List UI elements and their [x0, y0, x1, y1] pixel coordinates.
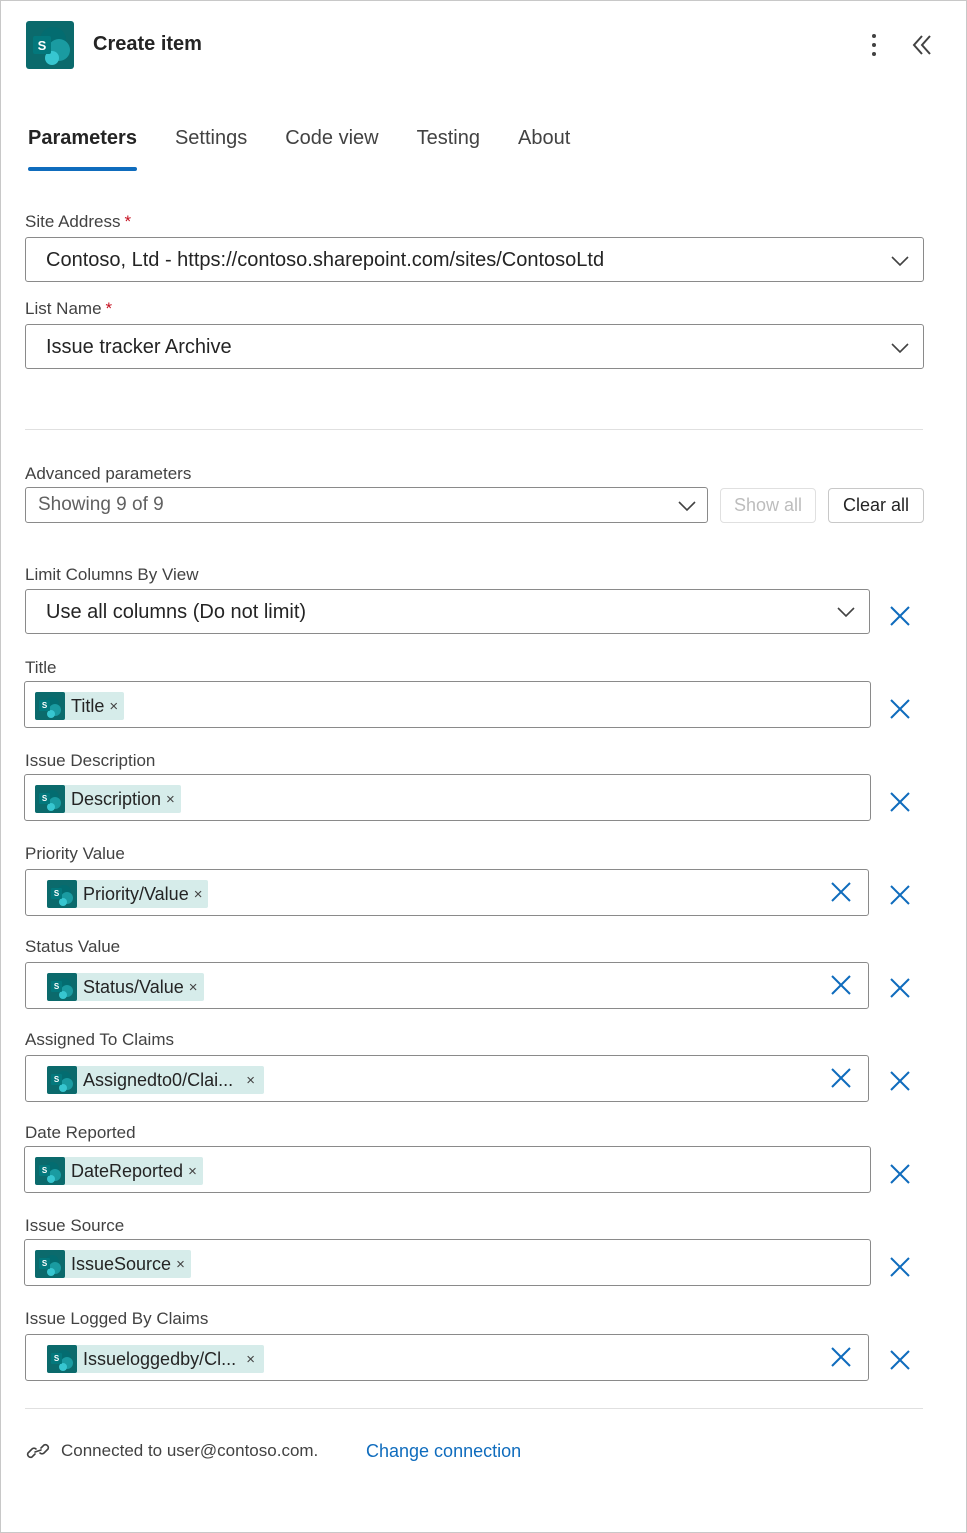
tab-about[interactable]: About — [518, 127, 570, 173]
limit-columns-value: Use all columns (Do not limit) — [46, 601, 307, 623]
chevron-down-icon — [891, 256, 909, 267]
site-address-dropdown[interactable]: Contoso, Ltd - https://contoso.sharepoin… — [25, 237, 924, 282]
token-remove-icon[interactable]: × — [109, 698, 118, 715]
sharepoint-logo-icon: S — [35, 785, 65, 813]
token-remove-icon[interactable]: × — [176, 1256, 185, 1273]
site-address-value: Contoso, Ltd - https://contoso.sharepoin… — [46, 249, 605, 271]
remove-issue-source-button[interactable] — [888, 1255, 912, 1279]
dynamic-content-token[interactable]: S DateReported × — [35, 1157, 203, 1185]
divider — [25, 429, 923, 430]
clear-field-icon[interactable] — [829, 880, 853, 904]
sharepoint-logo-icon: S — [47, 973, 77, 1001]
clear-field-icon[interactable] — [829, 1066, 853, 1090]
dynamic-content-token[interactable]: S Description × — [35, 785, 181, 813]
issue-source-input[interactable]: S IssueSource × — [24, 1239, 871, 1286]
dynamic-content-token[interactable]: S Issueloggedby/Cl... × — [47, 1345, 264, 1373]
token-remove-icon[interactable]: × — [194, 886, 203, 903]
clear-field-icon[interactable] — [829, 1345, 853, 1369]
tab-settings[interactable]: Settings — [175, 127, 247, 173]
issue-description-label: Issue Description — [25, 751, 156, 770]
remove-title-button[interactable] — [888, 697, 912, 721]
link-icon — [26, 1443, 50, 1459]
dynamic-content-token[interactable]: S Priority/Value × — [47, 880, 209, 908]
issue-logged-by-claims-input[interactable]: S Issueloggedby/Cl... × — [25, 1334, 869, 1381]
site-address-label: Site Address * — [25, 212, 132, 231]
remove-assigned-to-claims-button[interactable] — [888, 1069, 912, 1093]
create-item-panel: S Create item Parameters Settings Code v… — [0, 0, 967, 1533]
sharepoint-logo-icon: S — [35, 1157, 65, 1185]
remove-issue-description-button[interactable] — [888, 790, 912, 814]
token-remove-icon[interactable]: × — [246, 1351, 255, 1368]
remove-status-value-button[interactable] — [888, 976, 912, 1000]
sharepoint-logo-icon: S — [35, 692, 65, 720]
priority-value-label: Priority Value — [25, 844, 125, 863]
dynamic-content-token[interactable]: S Status/Value × — [47, 973, 204, 1001]
title-input[interactable]: S Title × — [24, 681, 871, 728]
token-remove-icon[interactable]: × — [189, 979, 198, 996]
chevron-down-icon — [678, 501, 696, 512]
token-remove-icon[interactable]: × — [166, 791, 175, 808]
dynamic-content-token[interactable]: S Title × — [35, 692, 125, 720]
more-vertical-icon — [872, 34, 876, 38]
date-reported-label: Date Reported — [25, 1123, 136, 1142]
title-label: Title — [25, 658, 57, 677]
sharepoint-logo-icon: S — [35, 1250, 65, 1278]
status-value-input[interactable]: S Status/Value × — [25, 962, 869, 1009]
sharepoint-logo-icon: S — [47, 1066, 77, 1094]
tab-parameters[interactable]: Parameters — [28, 127, 137, 173]
list-name-label: List Name * — [25, 299, 113, 318]
clear-all-button[interactable]: Clear all — [828, 488, 924, 523]
show-all-button[interactable]: Show all — [720, 488, 816, 523]
change-connection-link[interactable]: Change connection — [366, 1441, 521, 1462]
list-name-value: Issue tracker Archive — [46, 336, 232, 358]
more-options-button[interactable] — [863, 31, 885, 59]
assigned-to-claims-label: Assigned To Claims — [25, 1030, 174, 1049]
chevron-down-icon — [837, 607, 855, 618]
panel-title: Create item — [93, 33, 202, 55]
date-reported-input[interactable]: S DateReported × — [24, 1146, 871, 1193]
tab-bar: Parameters Settings Code view Testing Ab… — [28, 127, 608, 173]
dynamic-content-token[interactable]: S IssueSource × — [35, 1250, 191, 1278]
clear-field-icon[interactable] — [829, 973, 853, 997]
advanced-parameters-value: Showing 9 of 9 — [38, 494, 164, 515]
remove-priority-value-button[interactable] — [888, 883, 912, 907]
remove-date-reported-button[interactable] — [888, 1162, 912, 1186]
issue-source-label: Issue Source — [25, 1216, 125, 1235]
status-value-label: Status Value — [25, 937, 121, 956]
assigned-to-claims-input[interactable]: S Assignedto0/Clai... × — [25, 1055, 869, 1102]
connection-status-text: Connected to user@contoso.com. — [61, 1441, 319, 1460]
sharepoint-logo-icon: S — [47, 880, 77, 908]
collapse-double-chevron-icon[interactable] — [907, 31, 937, 59]
limit-columns-label: Limit Columns By View — [25, 565, 199, 584]
list-name-dropdown[interactable]: Issue tracker Archive — [25, 324, 924, 369]
remove-limit-columns-button[interactable] — [888, 604, 912, 628]
limit-columns-dropdown[interactable]: Use all columns (Do not limit) — [25, 589, 870, 634]
tab-testing[interactable]: Testing — [417, 127, 480, 173]
advanced-parameters-dropdown[interactable]: Showing 9 of 9 — [25, 487, 708, 523]
chevron-down-icon — [891, 343, 909, 354]
issue-logged-by-claims-label: Issue Logged By Claims — [25, 1309, 209, 1328]
sharepoint-logo-icon: S — [47, 1345, 77, 1373]
issue-description-input[interactable]: S Description × — [24, 774, 871, 821]
sharepoint-logo-icon: S — [26, 21, 74, 69]
advanced-parameters-label: Advanced parameters — [25, 464, 192, 483]
divider — [25, 1408, 923, 1409]
token-remove-icon[interactable]: × — [246, 1072, 255, 1089]
token-remove-icon[interactable]: × — [188, 1163, 197, 1180]
tab-code-view[interactable]: Code view — [285, 127, 378, 173]
remove-issue-logged-by-claims-button[interactable] — [888, 1348, 912, 1372]
dynamic-content-token[interactable]: S Assignedto0/Clai... × — [47, 1066, 264, 1094]
priority-value-input[interactable]: S Priority/Value × — [25, 869, 869, 916]
